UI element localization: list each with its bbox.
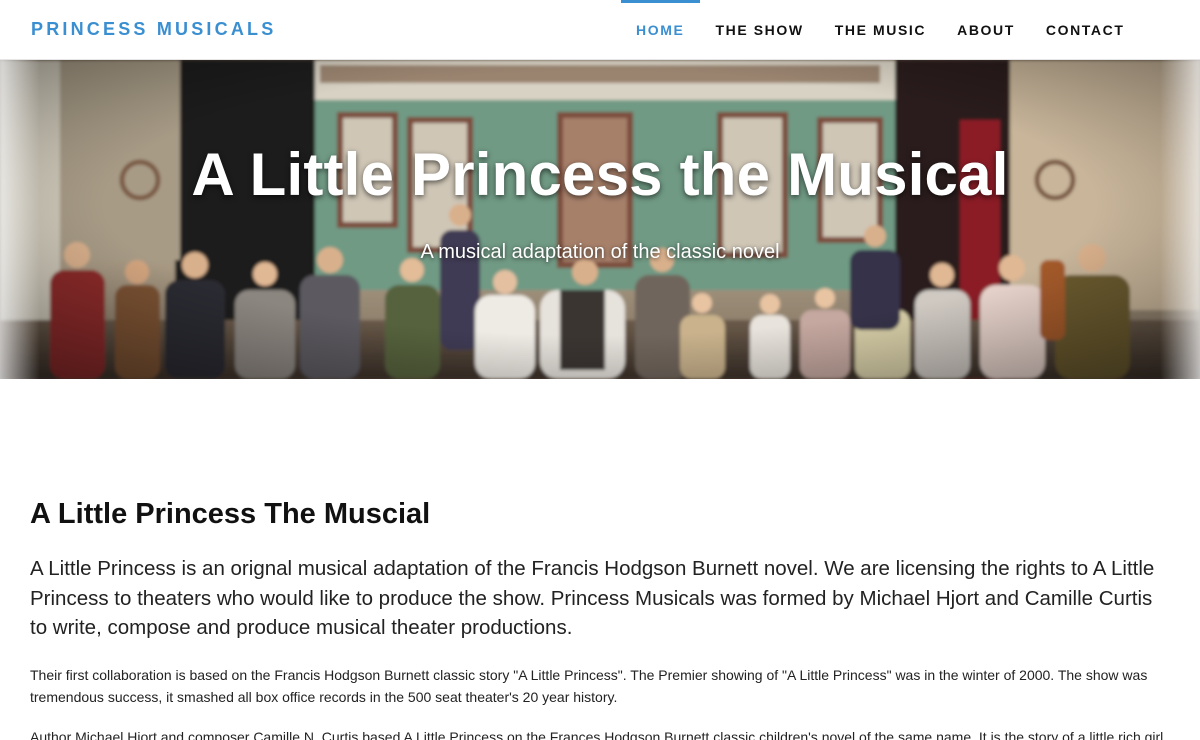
main-nav: HOME THE SHOW THE MUSIC ABOUT CONTACT [620,0,1140,60]
lead-paragraph: A Little Princess is an orignal musical … [30,557,1155,639]
body-paragraph-history: Their first collaboration is based on th… [30,666,1148,705]
main-content: A Little Princess The Muscial A Little P… [30,498,1170,740]
nav-item-contact: CONTACT [1030,0,1140,60]
hero-banner: A Little Princess the Musical A musical … [0,60,1200,379]
nav-item-the-show: THE SHOW [700,0,819,60]
nav-item-home: HOME [620,0,701,60]
nav-link-about[interactable]: ABOUT [942,0,1031,60]
hero-title: A Little Princess the Musical [191,141,1009,208]
site-header: PRINCESS MUSICALS HOME THE SHOW THE MUSI… [0,0,1200,60]
hero-stage-photo [0,60,1200,379]
nav-link-the-music[interactable]: THE MUSIC [819,0,941,60]
nav-link-home[interactable]: HOME [621,0,700,60]
nav-item-the-music: THE MUSIC [819,0,941,60]
body-paragraph-story: Author Michael Hjort and composer Camill… [30,728,1164,740]
hero-subtitle: A musical adaptation of the classic nove… [420,241,780,263]
brand-logo-link[interactable]: PRINCESS MUSICALS [31,19,276,40]
section-heading: A Little Princess The Muscial [30,498,431,530]
nav-item-about: ABOUT [942,0,1031,60]
nav-link-contact[interactable]: CONTACT [1030,0,1140,60]
nav-link-the-show[interactable]: THE SHOW [700,0,819,60]
